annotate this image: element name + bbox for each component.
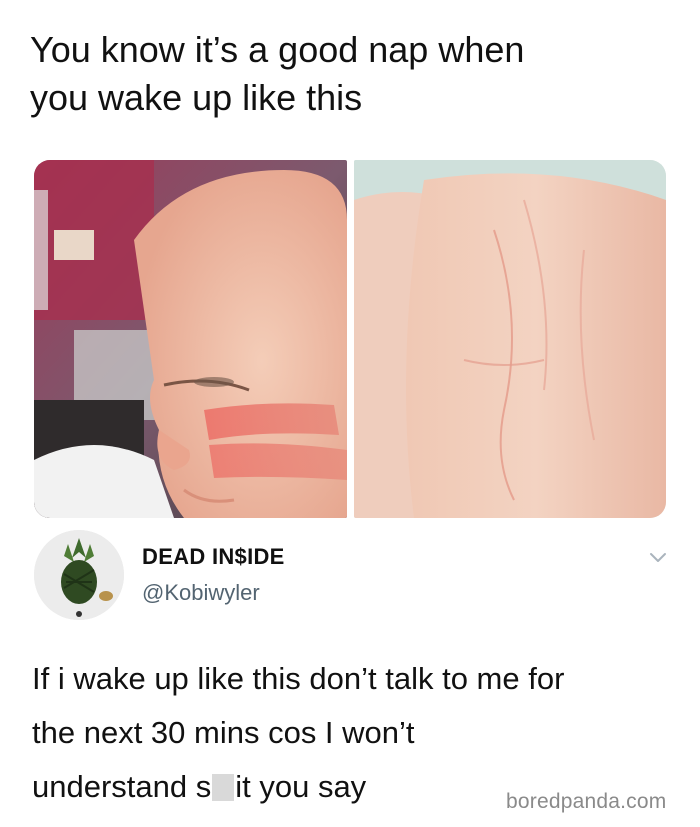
avatar[interactable] (34, 530, 124, 620)
baby-face-photo[interactable] (34, 160, 347, 518)
meme-caption: You know it’s a good nap when you wake u… (30, 26, 670, 122)
tweet-line-1: If i wake up like this don’t talk to me … (32, 661, 565, 696)
watermark: boredpanda.com (506, 790, 667, 813)
photo-grid (34, 160, 666, 518)
caption-line-2: you wake up like this (30, 77, 363, 118)
tweet-line-3-before: understand s (32, 769, 212, 804)
censor-block (212, 774, 235, 801)
tweet-line-3-after: it you say (235, 769, 367, 804)
pineapple-avatar (34, 530, 124, 620)
chevron-down-icon[interactable] (646, 550, 670, 566)
tweet-line-2: the next 30 mins cos I won’t (32, 715, 415, 750)
caption-line-1: You know it’s a good nap when (30, 29, 525, 70)
display-name[interactable]: DEAD IN$IDE (142, 544, 285, 570)
arm-skin-photo[interactable] (354, 160, 666, 518)
user-handle[interactable]: @Kobiwyler (142, 580, 260, 606)
